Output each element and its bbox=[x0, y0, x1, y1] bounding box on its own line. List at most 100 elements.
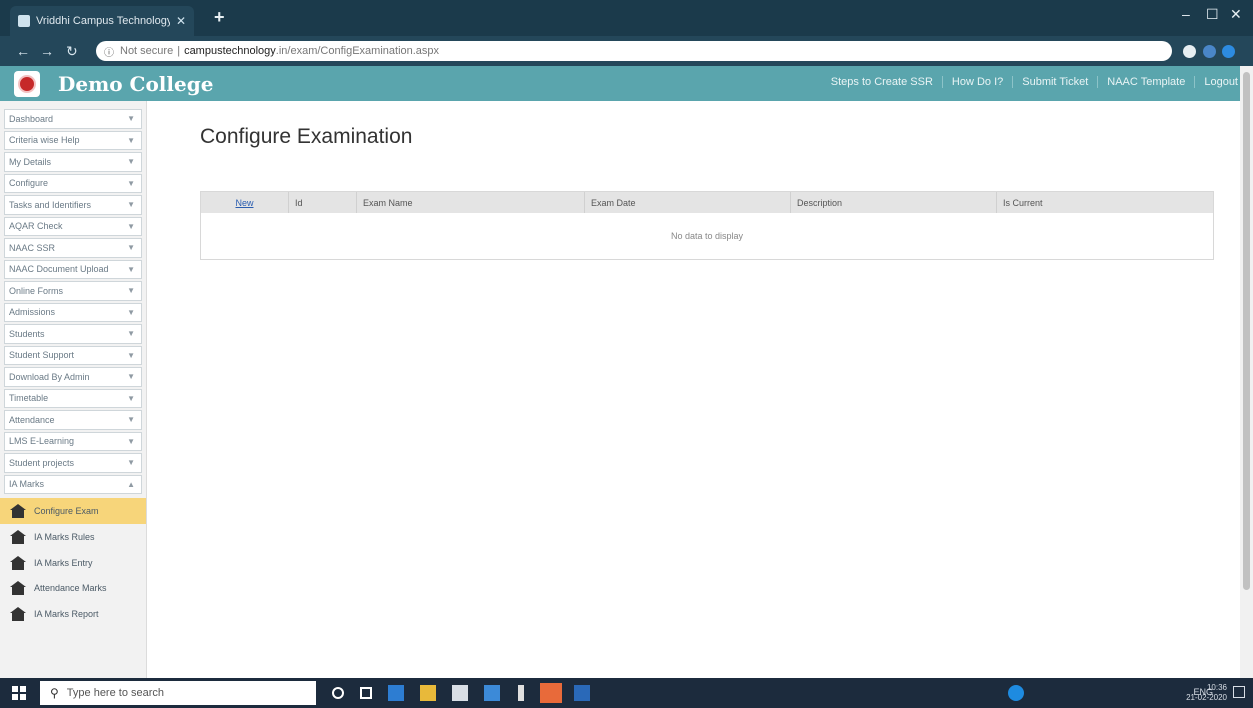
back-icon[interactable]: ← bbox=[16, 43, 30, 59]
windows-start-icon[interactable] bbox=[12, 686, 26, 700]
sidebar-item-label: Student Support bbox=[9, 350, 75, 361]
grid-col-id[interactable]: Id bbox=[289, 192, 357, 213]
search-icon: ⚲ bbox=[50, 686, 59, 700]
sidebar-item-label: Tasks and Identifiers bbox=[9, 199, 92, 210]
sidebar-item-label: Criteria wise Help bbox=[9, 135, 80, 146]
grid-col-exam-name[interactable]: Exam Name bbox=[357, 192, 585, 213]
chevron-down-icon: ▼ bbox=[127, 200, 135, 210]
chevron-down-icon: ▼ bbox=[127, 178, 135, 188]
chevron-down-icon: ▼ bbox=[127, 372, 135, 382]
chevron-down-icon: ▼ bbox=[127, 415, 135, 425]
sidebar: Dashboard ▼ Criteria wise Help ▼ My Detail… bbox=[0, 101, 147, 678]
sidebar-item-label: NAAC SSR bbox=[9, 242, 56, 253]
cortana-icon[interactable] bbox=[332, 687, 344, 699]
forward-icon[interactable]: → bbox=[40, 43, 54, 59]
scrollbar-thumb[interactable] bbox=[1243, 72, 1250, 590]
main-content: Configure Examination New Id Exam Name E… bbox=[148, 101, 1240, 678]
app-icon[interactable] bbox=[518, 685, 524, 701]
grid-col-description[interactable]: Description bbox=[791, 192, 997, 213]
edge-icon[interactable] bbox=[388, 685, 404, 701]
building-icon bbox=[10, 555, 26, 570]
sidebar-item-label: AQAR Check bbox=[9, 221, 63, 232]
tab-close-icon[interactable]: ✕ bbox=[176, 14, 186, 28]
sidebar-subitem-label: IA Marks Rules bbox=[34, 532, 95, 543]
chrome-icon[interactable] bbox=[540, 683, 562, 703]
grid-header: New Id Exam Name Exam Date Description I… bbox=[201, 192, 1213, 213]
chevron-up-icon: ▲ bbox=[127, 479, 135, 489]
sidebar-subitem-label: IA Marks Entry bbox=[34, 557, 93, 568]
maximize-icon[interactable]: ☐ bbox=[1206, 6, 1219, 23]
profile-icon[interactable] bbox=[1222, 45, 1235, 58]
notification-icon[interactable] bbox=[1233, 686, 1245, 698]
sidebar-item-dashboard[interactable]: Dashboard ▼ bbox=[4, 109, 142, 129]
link-how-do-i[interactable]: How Do I? bbox=[941, 76, 1012, 88]
info-icon[interactable]: ⓘ bbox=[104, 44, 114, 59]
page-title: Configure Examination bbox=[200, 125, 413, 148]
chevron-down-icon: ▼ bbox=[127, 114, 135, 124]
tab-favicon-icon bbox=[18, 15, 30, 27]
close-window-icon[interactable]: ✕ bbox=[1230, 6, 1242, 23]
dropbox-icon[interactable] bbox=[484, 685, 500, 701]
sidebar-item-naac-upload[interactable]: NAAC Document Upload ▼ bbox=[4, 259, 142, 279]
grid-new-link[interactable]: New bbox=[201, 192, 289, 213]
sidebar-item-student-support[interactable]: Student Support ▼ bbox=[4, 345, 142, 365]
sidebar-item-timetable[interactable]: Timetable ▼ bbox=[4, 388, 142, 408]
store-icon[interactable] bbox=[452, 685, 468, 701]
sidebar-item-naac-ssr[interactable]: NAAC SSR ▼ bbox=[4, 238, 142, 258]
sidebar-subitem-configure-exam[interactable]: Configure Exam bbox=[0, 498, 146, 524]
sidebar-item-tasks[interactable]: Tasks and Identifiers ▼ bbox=[4, 195, 142, 215]
sidebar-item-ia-marks[interactable]: IA Marks ▲ bbox=[4, 474, 142, 494]
sidebar-item-aqar-check[interactable]: AQAR Check ▼ bbox=[4, 216, 142, 236]
chevron-down-icon: ▼ bbox=[127, 286, 135, 296]
star-icon[interactable] bbox=[1183, 45, 1196, 58]
building-icon bbox=[10, 503, 26, 518]
minimize-icon[interactable]: – bbox=[1182, 6, 1190, 22]
sidebar-item-criteria-help[interactable]: Criteria wise Help ▼ bbox=[4, 130, 142, 150]
new-tab-icon[interactable]: + bbox=[214, 7, 225, 28]
taskbar-search-placeholder: Type here to search bbox=[66, 687, 165, 699]
app-header: Demo College Steps to Create SSR How Do … bbox=[0, 66, 1253, 101]
taskbar-search[interactable]: ⚲ Type here to search bbox=[40, 681, 316, 705]
sidebar-item-label: Attendance bbox=[9, 414, 55, 425]
sidebar-item-student-projects[interactable]: Student projects ▼ bbox=[4, 453, 142, 473]
sidebar-item-lms[interactable]: LMS E-Learning ▼ bbox=[4, 431, 142, 451]
address-bar[interactable]: ⓘ Not secure | campustechnology .in/exam… bbox=[96, 41, 1172, 61]
building-icon bbox=[10, 581, 26, 596]
sidebar-item-configure[interactable]: Configure ▼ bbox=[4, 173, 142, 193]
taskbar-clock[interactable]: 10:36 21-02-2020 bbox=[1186, 683, 1227, 703]
sidebar-item-admissions[interactable]: Admissions ▼ bbox=[4, 302, 142, 322]
clock-date: 21-02-2020 bbox=[1186, 693, 1227, 702]
sidebar-item-my-details[interactable]: My Details ▼ bbox=[4, 152, 142, 172]
file-explorer-icon[interactable] bbox=[420, 685, 436, 701]
reload-icon[interactable]: ↻ bbox=[66, 43, 78, 60]
sidebar-subitem-ia-entry[interactable]: IA Marks Entry bbox=[0, 550, 146, 576]
grid-col-is-current[interactable]: Is Current bbox=[997, 192, 1213, 213]
link-steps-ssr[interactable]: Steps to Create SSR bbox=[822, 76, 942, 88]
browser-tab[interactable]: Vriddhi Campus Technology ✕ bbox=[10, 6, 194, 36]
sidebar-item-label: Configure bbox=[9, 178, 49, 189]
sidebar-item-students[interactable]: Students ▼ bbox=[4, 324, 142, 344]
sidebar-subitem-ia-rules[interactable]: IA Marks Rules bbox=[0, 525, 146, 551]
link-naac-template[interactable]: NAAC Template bbox=[1097, 76, 1194, 88]
task-view-icon[interactable] bbox=[360, 687, 372, 699]
page-scrollbar[interactable] bbox=[1240, 66, 1253, 678]
building-icon bbox=[10, 530, 26, 545]
chevron-down-icon: ▼ bbox=[127, 243, 135, 253]
word-icon[interactable] bbox=[574, 685, 590, 701]
grid-col-exam-date[interactable]: Exam Date bbox=[585, 192, 791, 213]
windows-taskbar: ⚲ Type here to search ENG 10:36 21-02-20… bbox=[0, 678, 1253, 708]
chevron-down-icon: ▼ bbox=[127, 350, 135, 360]
chevron-down-icon: ▼ bbox=[127, 264, 135, 274]
grid-empty-message: No data to display bbox=[670, 231, 744, 241]
sidebar-subitem-ia-report[interactable]: IA Marks Report bbox=[0, 601, 146, 627]
sidebar-item-online-forms[interactable]: Online Forms ▼ bbox=[4, 281, 142, 301]
link-submit-ticket[interactable]: Submit Ticket bbox=[1012, 76, 1097, 88]
sidebar-item-download-admin[interactable]: Download By Admin ▼ bbox=[4, 367, 142, 387]
chrome-tray-icon[interactable] bbox=[1008, 685, 1024, 701]
sidebar-item-attendance[interactable]: Attendance ▼ bbox=[4, 410, 142, 430]
sidebar-subitem-attendance-marks[interactable]: Attendance Marks bbox=[0, 576, 146, 602]
not-secure-label: Not secure bbox=[120, 45, 174, 57]
header-links: Steps to Create SSR How Do I? Submit Tic… bbox=[822, 76, 1247, 88]
sidebar-item-label: Student projects bbox=[9, 457, 75, 468]
extension-icon[interactable] bbox=[1203, 45, 1216, 58]
